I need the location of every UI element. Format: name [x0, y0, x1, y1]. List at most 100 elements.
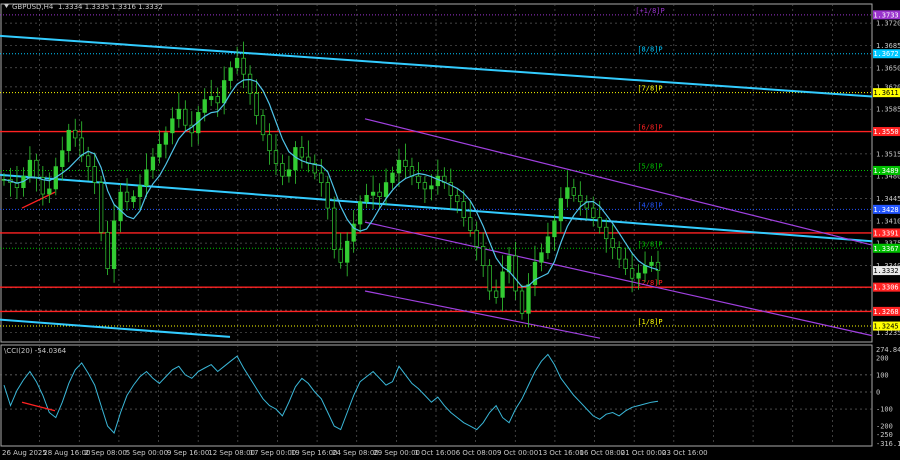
murrey-level-label: [7/8]P [637, 85, 662, 93]
candle-body [73, 129, 78, 139]
candle-body [604, 226, 609, 240]
time-axis-label: 29 Sep 00:00 [373, 449, 420, 457]
price-tick-label: 1.3515 [876, 150, 900, 158]
chart-canvas: 1.37201.36851.36501.36201.35851.35501.35… [0, 3, 900, 457]
candle-body [364, 194, 369, 203]
chart-ohlc-readout: 1.3334 1.3335 1.3316 1.3332 [58, 3, 163, 11]
candle-body [545, 236, 551, 254]
candle-body [105, 231, 110, 270]
price-tick-label: 1.3585 [876, 106, 900, 114]
candle-body [144, 169, 149, 187]
candle-body [79, 137, 84, 157]
candle-body [254, 92, 259, 116]
candle-body [228, 67, 233, 81]
oscillator-panel-frame [0, 344, 873, 447]
candle-body [506, 255, 512, 273]
candle-body [131, 196, 136, 203]
oscillator-axis-tick: -100 [876, 406, 893, 414]
candle-body [338, 249, 343, 263]
candle-body [435, 175, 440, 187]
candle-body [247, 73, 253, 94]
candle-body [222, 80, 227, 104]
candle-body [27, 159, 33, 177]
time-axis-label: 26 Aug 2025 [2, 449, 47, 457]
candle-body [293, 147, 298, 171]
price-tick-label: 1.3445 [876, 195, 900, 203]
candle-body [86, 155, 91, 167]
candle-body [481, 245, 486, 266]
candle-body [403, 159, 408, 167]
oscillator-axis-tick: 0 [876, 388, 880, 396]
price-tick-label: 1.3685 [876, 42, 900, 50]
candle-body [234, 57, 240, 69]
candle-body [416, 175, 421, 183]
price-tick-label: 1.3650 [876, 64, 900, 72]
price-tag-label: 1.3611 [873, 89, 898, 97]
candle-body [60, 150, 65, 167]
oscillator-title: \CCI(20) -54.0364 [4, 347, 67, 355]
time-axis-label: 13 Oct 16:00 [538, 449, 584, 457]
candle-body [642, 265, 648, 274]
time-axis-label: 16 Oct 08:00 [580, 449, 626, 457]
regression-channel-upper [364, 118, 873, 246]
price-tick-label: 1.3720 [876, 20, 900, 28]
candle-body [610, 238, 615, 248]
candle-body [209, 96, 214, 101]
time-axis-label: 17 Sep 00:00 [250, 449, 297, 457]
candle-body [66, 129, 71, 152]
price-tick-label: 1.3410 [876, 217, 900, 225]
price-tag-label: 1.3245 [873, 323, 898, 331]
candle-body [267, 134, 272, 152]
murrey-level-label: [3/8]P [637, 240, 662, 248]
candle-body [299, 147, 305, 158]
time-axis-label: 1 Oct 16:00 [415, 449, 456, 457]
candle-body [578, 194, 583, 203]
candle-body [591, 207, 596, 218]
candle-body [215, 96, 220, 104]
candle-body [286, 169, 292, 177]
candle-body [461, 201, 466, 218]
candle-body [539, 252, 544, 263]
candle-body [571, 187, 576, 196]
annotation-line [21, 191, 56, 209]
time-axis-label: 5 Sep 00:00 [126, 449, 168, 457]
candle-body [636, 272, 641, 279]
murrey-level-label: [6/8]P [637, 124, 662, 132]
candle-body [409, 166, 415, 177]
candle-body [390, 172, 395, 183]
time-axis-label: 24 Sep 08:00 [332, 449, 379, 457]
candle-body [202, 99, 207, 113]
price-tag-label: 1.3672 [873, 50, 898, 58]
murrey-level-label: [4/8]P [637, 201, 662, 209]
candle-body [500, 271, 505, 298]
candle-body [118, 191, 123, 222]
oscillator-axis-tick: 274.8423 [876, 346, 900, 354]
price-tag-label: 1.3367 [873, 245, 898, 253]
main-panel-frame [0, 3, 873, 343]
candle-body [124, 191, 130, 203]
oscillator-axis-tick: -200 [876, 423, 893, 431]
time-axis-label: 19 Sep 16:00 [291, 449, 338, 457]
candle-body [552, 220, 557, 238]
price-tag-label: 1.3391 [873, 229, 898, 237]
candle-body [357, 201, 363, 225]
candle-body [493, 290, 499, 298]
candle-body [396, 159, 402, 174]
candle-body [280, 163, 285, 177]
candle-body [468, 217, 473, 231]
murrey-level-label: [+1/8]P [635, 7, 665, 15]
candle-body [429, 185, 434, 190]
time-axis-label: 12 Sep 08:00 [208, 449, 255, 457]
time-axis-label: 21 Oct 00:00 [621, 449, 667, 457]
time-axis-label: 6 Oct 08:00 [456, 449, 497, 457]
candle-body [649, 261, 654, 266]
candle-body [183, 108, 188, 126]
cci-annotation-line [21, 401, 56, 412]
candle-body [34, 159, 39, 178]
candle-body [319, 172, 324, 183]
candle-body [487, 265, 492, 292]
candle-body [176, 108, 181, 120]
candle-body [47, 188, 52, 195]
candle-body [455, 194, 460, 203]
candle-body [273, 150, 279, 164]
